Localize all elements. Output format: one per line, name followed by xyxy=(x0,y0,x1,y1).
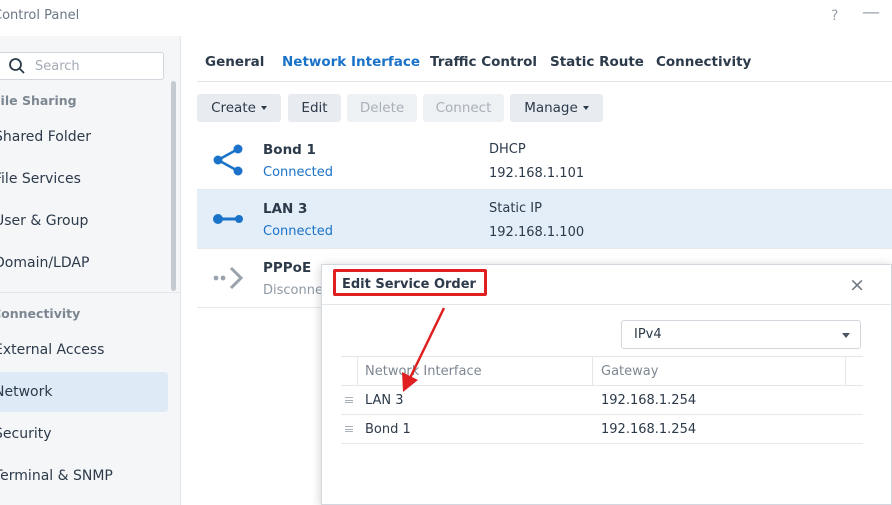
tab-traffic-control[interactable]: Traffic Control xyxy=(430,54,537,70)
delete-button[interactable]: Delete xyxy=(347,94,417,122)
row-gateway: 192.168.1.254 xyxy=(601,393,697,408)
column-gateway[interactable]: Gateway xyxy=(601,364,658,379)
sidebar-item-terminal-snmp[interactable]: Terminal & SNMP xyxy=(0,456,168,496)
drag-handle-icon[interactable] xyxy=(345,426,353,432)
interface-status: Connected xyxy=(263,224,334,239)
search-input[interactable]: Search xyxy=(0,52,164,80)
sidebar-item-file-services[interactable]: File Services xyxy=(0,159,168,199)
chevron-down-icon xyxy=(582,106,589,110)
title-bar: Control Panel ? — xyxy=(0,0,892,36)
chevron-down-icon xyxy=(260,106,267,110)
interface-mode: Static IP xyxy=(489,201,542,216)
sidebar-item-security[interactable]: Security xyxy=(0,414,168,454)
edit-button[interactable]: Edit xyxy=(288,94,341,122)
row-interface: LAN 3 xyxy=(365,393,404,408)
tab-connectivity[interactable]: Connectivity xyxy=(656,54,751,70)
minimize-icon[interactable]: — xyxy=(862,2,880,23)
manage-button[interactable]: Manage xyxy=(510,94,603,122)
column-network-interface[interactable]: Network Interface xyxy=(365,364,482,379)
sidebar-item-network[interactable]: Network xyxy=(0,372,168,412)
interface-name: Bond 1 xyxy=(263,142,316,158)
sidebar-item-external-access[interactable]: External Access xyxy=(0,330,168,370)
sidebar-item-domain-ldap[interactable]: Domain/LDAP xyxy=(0,243,168,283)
sidebar: Search File Sharing Shared Folder File S… xyxy=(0,36,181,505)
dialog-title: Edit Service Order xyxy=(342,277,476,292)
help-icon[interactable]: ? xyxy=(831,8,838,24)
ip-version-value: IPv4 xyxy=(634,327,662,342)
interface-ip: 192.168.1.101 xyxy=(489,166,585,181)
create-button[interactable]: Create xyxy=(197,94,281,122)
tab-static-route[interactable]: Static Route xyxy=(550,54,644,70)
interface-name: LAN 3 xyxy=(263,201,308,217)
sidebar-header-file-sharing: File Sharing xyxy=(0,93,77,108)
interface-status: Connected xyxy=(263,165,334,180)
column-separator xyxy=(845,357,846,386)
sidebar-scrollbar[interactable] xyxy=(171,81,176,291)
edit-service-order-dialog: Edit Service Order × IPv4 Network Interf… xyxy=(321,264,892,505)
bond-icon xyxy=(213,144,243,176)
row-interface: Bond 1 xyxy=(365,422,411,437)
table-row[interactable]: Bond 1 192.168.1.254 xyxy=(341,415,863,444)
service-order-grid-header: Network Interface Gateway xyxy=(341,356,863,386)
sidebar-item-shared-folder[interactable]: Shared Folder xyxy=(0,117,168,157)
lan-icon xyxy=(213,214,243,224)
pppoe-icon xyxy=(213,266,244,290)
interface-row-bond-1[interactable]: Bond 1 Connected DHCP 192.168.1.101 xyxy=(197,131,892,190)
tab-general[interactable]: General xyxy=(205,54,264,70)
search-icon xyxy=(9,58,25,74)
tab-bar: General Network Interface Traffic Contro… xyxy=(197,36,892,82)
connect-button[interactable]: Connect xyxy=(423,94,504,122)
close-icon[interactable]: × xyxy=(849,274,865,296)
interface-row-lan-3[interactable]: LAN 3 Connected Static IP 192.168.1.100 xyxy=(197,190,892,249)
interface-ip: 192.168.1.100 xyxy=(489,225,585,240)
sidebar-item-user-group[interactable]: User & Group xyxy=(0,201,168,241)
table-row[interactable]: LAN 3 192.168.1.254 xyxy=(341,386,863,415)
tab-network-interface[interactable]: Network Interface xyxy=(282,54,420,70)
interface-status: Disconne xyxy=(263,283,323,298)
chevron-down-icon xyxy=(842,333,850,338)
drag-handle-icon[interactable] xyxy=(345,397,353,403)
column-separator xyxy=(592,357,593,386)
ip-version-select[interactable]: IPv4 xyxy=(621,320,861,349)
interface-mode: DHCP xyxy=(489,142,526,157)
row-gateway: 192.168.1.254 xyxy=(601,422,697,437)
app-title: Control Panel xyxy=(0,8,80,23)
search-placeholder: Search xyxy=(35,59,80,74)
interface-name: PPPoE xyxy=(263,260,312,276)
sidebar-header-connectivity: Connectivity xyxy=(0,306,81,321)
column-separator xyxy=(357,357,358,386)
dialog-header: Edit Service Order × xyxy=(322,265,891,305)
sidebar-divider xyxy=(0,292,181,293)
